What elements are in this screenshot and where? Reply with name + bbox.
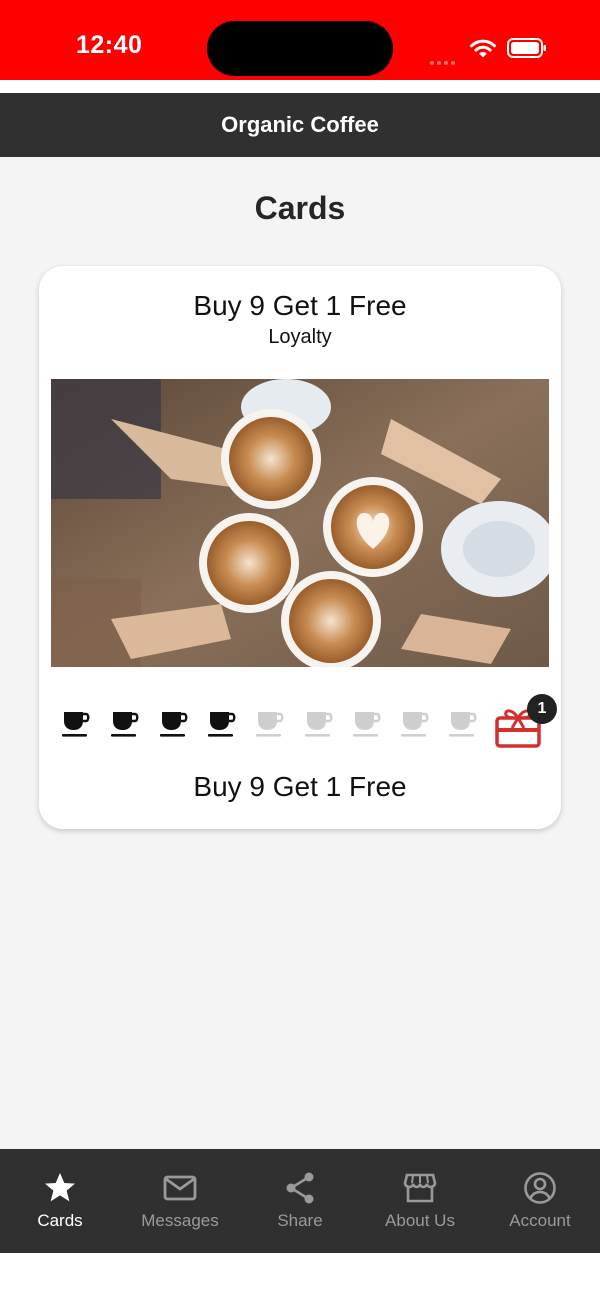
storefront-icon xyxy=(403,1173,437,1203)
coffee-cups-photo xyxy=(51,379,549,667)
star-icon xyxy=(45,1173,75,1202)
tab-label: Share xyxy=(277,1211,323,1230)
tab-label: Messages xyxy=(141,1211,219,1230)
tab-label: Cards xyxy=(37,1211,83,1230)
cellular-signal-icon xyxy=(430,52,460,65)
stamp-row: 1 xyxy=(57,694,557,748)
stamp-empty-6 xyxy=(305,712,333,737)
reward-count-badge: 1 xyxy=(527,694,557,724)
page-title: Cards xyxy=(254,190,346,226)
stamp-filled-2 xyxy=(111,712,139,737)
dynamic-island xyxy=(207,21,393,76)
card-footer-text: Buy 9 Get 1 Free xyxy=(193,771,407,802)
tab-account[interactable]: Account xyxy=(480,1149,600,1253)
stamp-empty-5 xyxy=(256,712,284,737)
mail-icon xyxy=(163,1175,197,1201)
stamp-filled-1 xyxy=(62,712,90,737)
stamp-empty-8 xyxy=(401,712,429,737)
status-bar: 12:40 xyxy=(0,0,600,80)
stamp-filled-3 xyxy=(160,712,188,737)
stamp-filled-4 xyxy=(208,712,236,737)
wifi-icon xyxy=(470,39,496,58)
card-subtitle: Loyalty xyxy=(268,326,332,348)
tab-share[interactable]: Share xyxy=(240,1149,360,1253)
loyalty-card[interactable]: Buy 9 Get 1 Free Loyalty 1 Buy 9 Get 1 F… xyxy=(39,266,561,829)
tab-messages[interactable]: Messages xyxy=(120,1149,240,1253)
app-header: Organic Coffee xyxy=(0,93,600,157)
tab-bar: Cards Messages Share About Us Account xyxy=(0,1149,600,1253)
main-content: Cards Buy 9 Get 1 Free Loyalty 1 Buy 9 G… xyxy=(0,157,600,1149)
status-time: 12:40 xyxy=(76,31,143,59)
tab-label: About Us xyxy=(385,1211,455,1230)
battery-icon xyxy=(507,38,546,58)
account-icon xyxy=(524,1172,556,1204)
card-title: Buy 9 Get 1 Free xyxy=(193,290,407,321)
home-indicator-area xyxy=(0,1253,600,1304)
tab-cards[interactable]: Cards xyxy=(0,1149,120,1253)
tab-label: Account xyxy=(509,1211,571,1230)
tab-about-us[interactable]: About Us xyxy=(360,1149,480,1253)
stamp-empty-9 xyxy=(449,712,477,737)
share-icon xyxy=(286,1172,314,1204)
app-title: Organic Coffee xyxy=(221,112,379,137)
stamp-empty-7 xyxy=(353,712,381,737)
